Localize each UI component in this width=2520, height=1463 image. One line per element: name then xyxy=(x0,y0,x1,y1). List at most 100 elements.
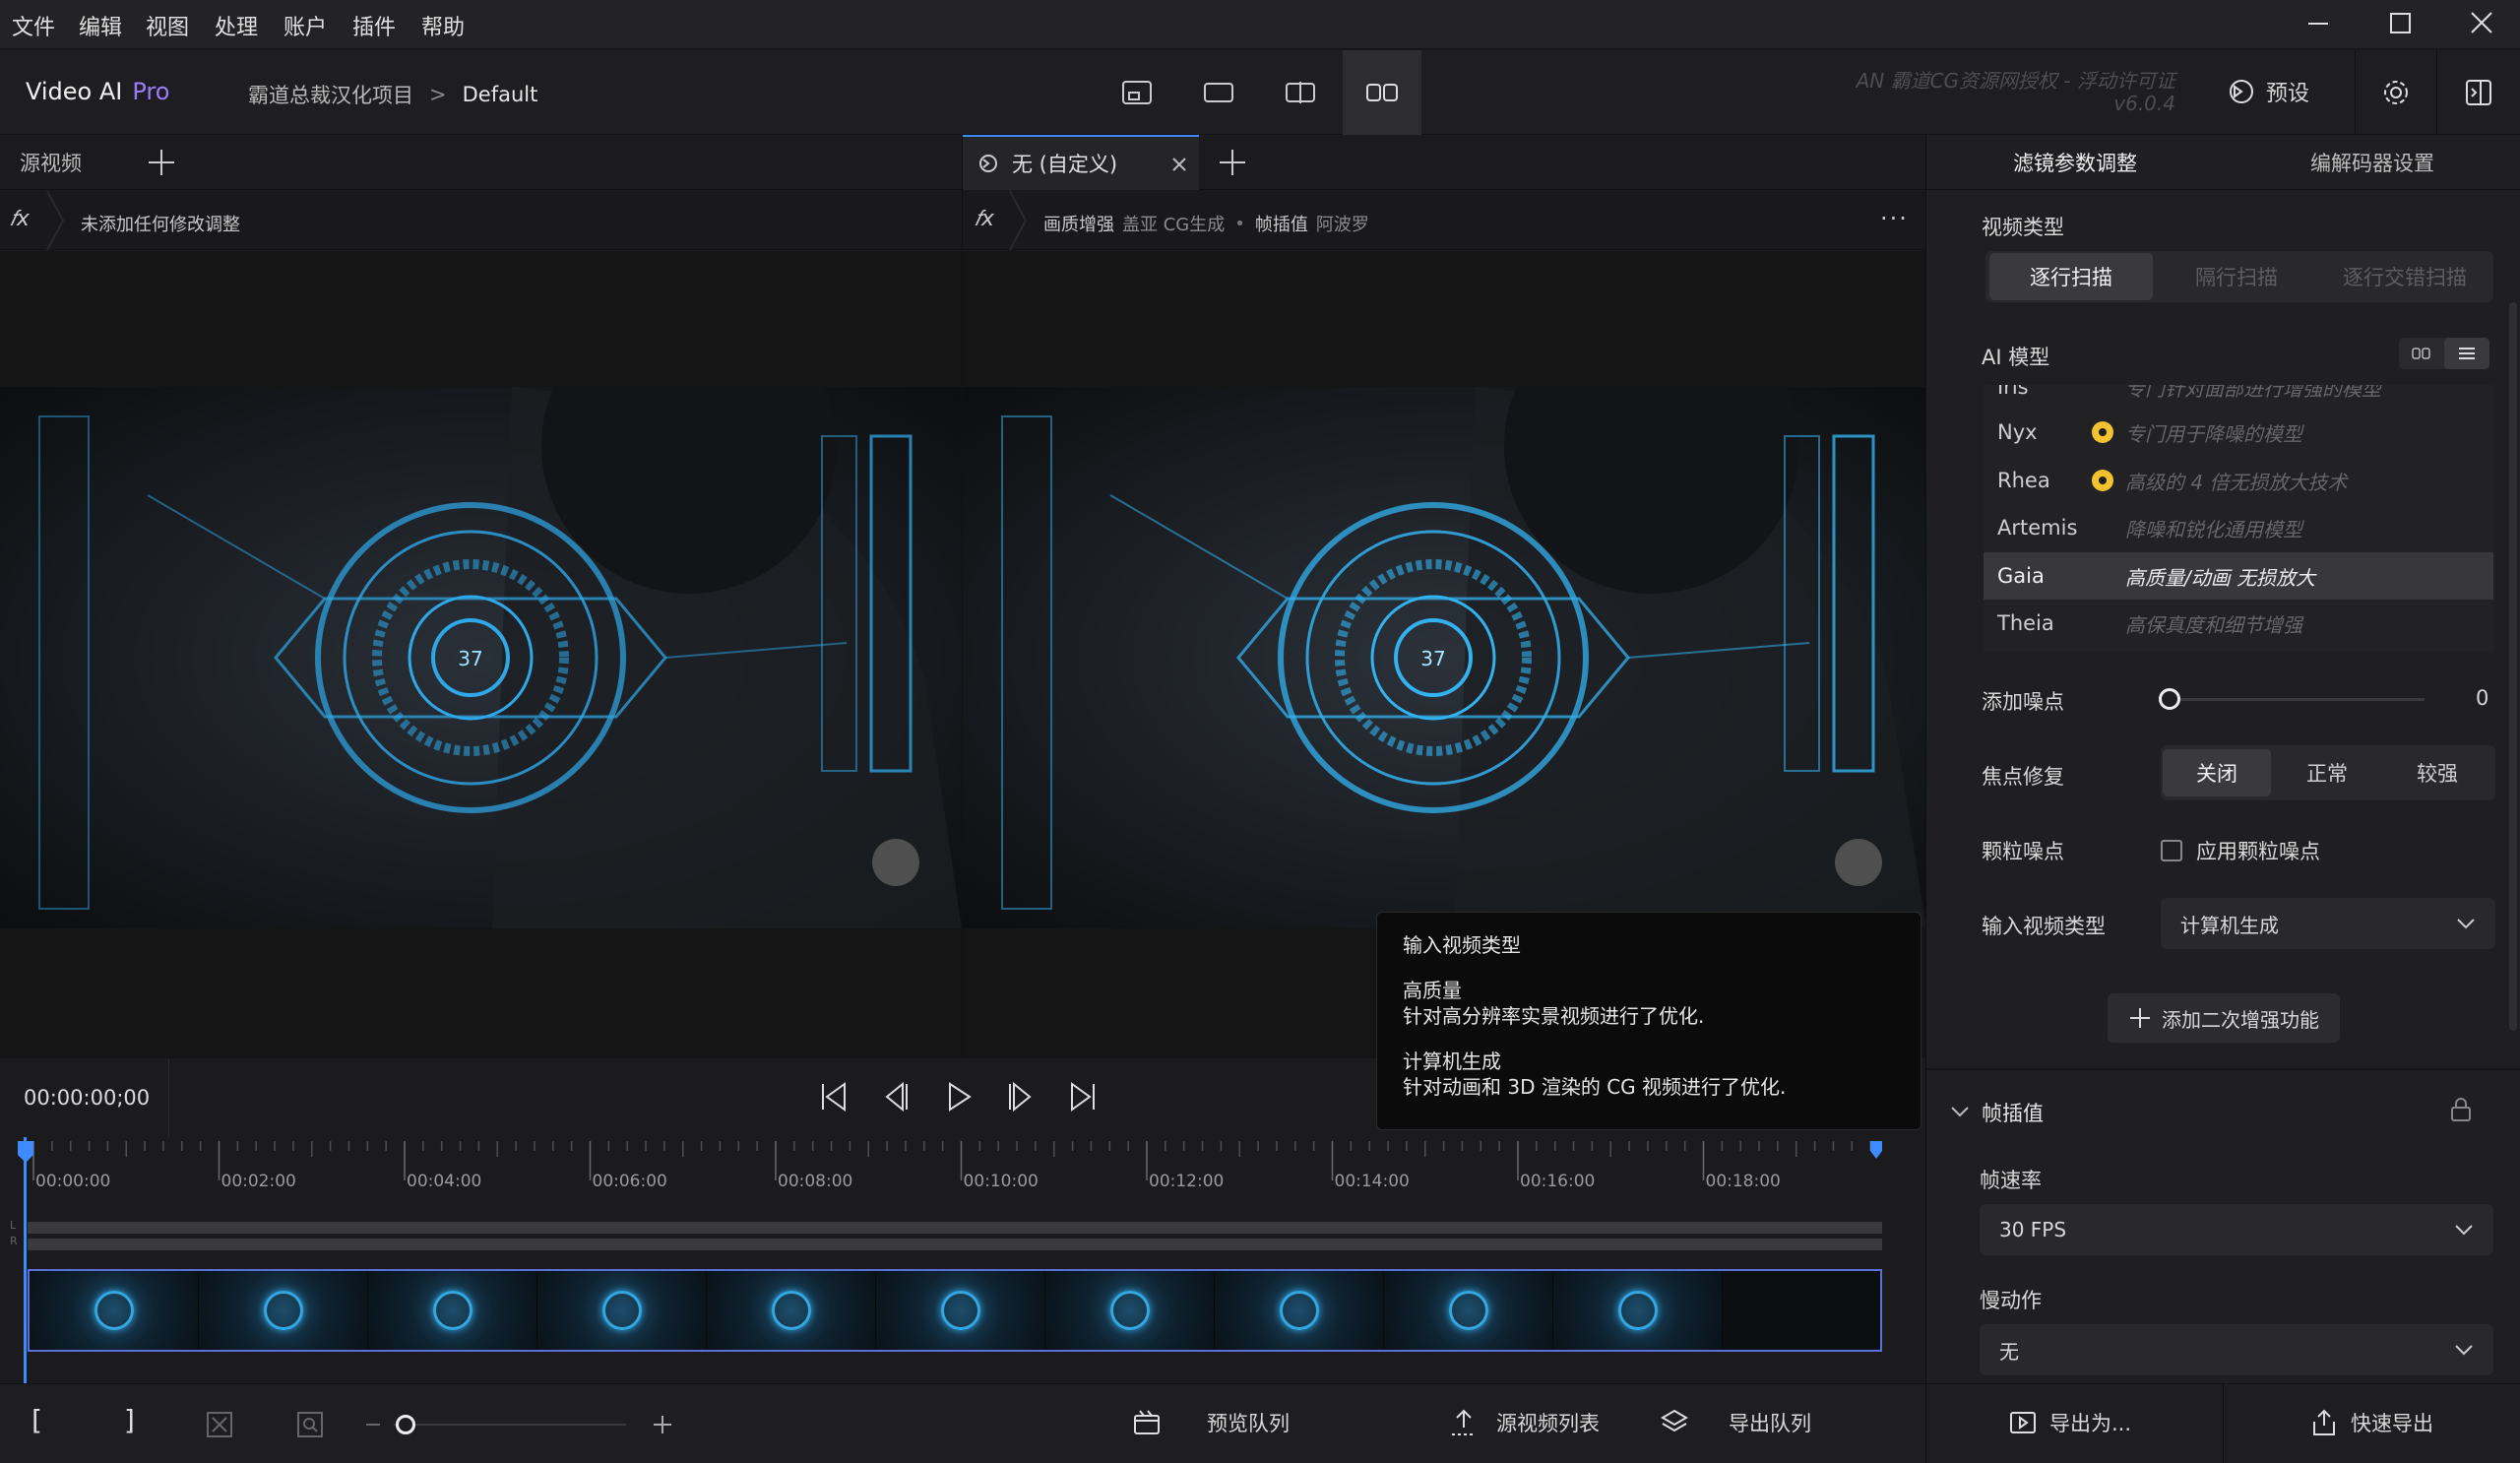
video-thumbnail-track[interactable] xyxy=(28,1269,1882,1352)
panel-icon xyxy=(2466,80,2491,105)
view-split-button[interactable] xyxy=(1261,50,1340,135)
more-options-icon[interactable]: ··· xyxy=(1880,205,1909,232)
breadcrumb-project[interactable]: 霸道总裁汉化项目 xyxy=(248,80,413,109)
menu-file[interactable]: 文件 xyxy=(12,10,55,41)
thumbnail-hud-ring xyxy=(1449,1291,1488,1330)
maximize-button[interactable] xyxy=(2375,6,2425,41)
view-single-button[interactable] xyxy=(1179,50,1258,135)
tab-filters[interactable]: 滤镜参数调整 xyxy=(1926,135,2224,189)
thumbnail-hud-ring xyxy=(1618,1291,1658,1330)
input-type-dropdown[interactable]: 计算机生成 xyxy=(2161,898,2495,949)
source-video-frame[interactable]: 37 xyxy=(0,387,962,928)
frame-interp-header[interactable]: 帧插值 xyxy=(1950,1098,2044,1127)
slow-motion-dropdown[interactable]: 无 xyxy=(1980,1324,2493,1375)
model-desc: 专门用于降噪的模型 xyxy=(2125,421,2302,446)
add-noise-slider-track[interactable] xyxy=(2167,698,2425,701)
tab-output-preview[interactable]: 无 (自定义) xyxy=(963,135,1199,190)
tab-source-video[interactable]: 源视频 xyxy=(0,135,128,190)
tab-codec[interactable]: 编解码器设置 xyxy=(2224,135,2520,189)
source-list-button[interactable]: 源视频列表 xyxy=(1449,1408,1600,1437)
export-as-button[interactable]: 导出为... xyxy=(2008,1408,2131,1437)
step-back-icon[interactable] xyxy=(879,1080,913,1113)
model-row-nyx[interactable]: Nyx 专门用于降噪的模型 xyxy=(1984,409,2493,456)
upload-icon xyxy=(1452,1409,1476,1435)
minimize-button[interactable] xyxy=(2294,6,2343,41)
zoom-slider-track[interactable] xyxy=(394,1424,626,1426)
video-type-label: 视频类型 xyxy=(1982,216,2064,239)
zoom-fit-icon[interactable] xyxy=(295,1410,325,1439)
ruler-tick-label: 00:14:00 xyxy=(1335,1172,1410,1191)
preset-icon xyxy=(979,155,997,172)
quick-export-button[interactable]: 快速导出 xyxy=(2309,1408,2433,1437)
view-side-by-side-button[interactable] xyxy=(1343,50,1421,135)
out-point-marker-icon[interactable] xyxy=(1868,1139,1884,1161)
model-row-theia[interactable]: Theia 高保真度和细节增强 xyxy=(1984,600,2493,647)
grid-view-icon[interactable] xyxy=(2399,338,2444,369)
add-secondary-label: 添加二次增强功能 xyxy=(2162,1007,2319,1032)
lock-icon[interactable] xyxy=(2448,1096,2474,1123)
list-view-icon[interactable] xyxy=(2444,338,2489,369)
timecode-display[interactable]: 00:00:00;00 xyxy=(0,1058,169,1137)
split-view-icon xyxy=(1286,82,1315,103)
video-type-progressive[interactable]: 逐行扫描 xyxy=(1989,253,2153,300)
menu-plugins[interactable]: 插件 xyxy=(352,10,396,41)
right-panel-scrollbar[interactable] xyxy=(2509,302,2517,1031)
focus-fix-normal[interactable]: 正常 xyxy=(2273,749,2381,796)
focus-fix-off[interactable]: 关闭 xyxy=(2163,749,2271,796)
output-fx-summary[interactable]: 画质增强 盖亚 CG生成 • 帧插值 阿波罗 xyxy=(1043,211,1369,236)
menu-account[interactable]: 账户 xyxy=(284,10,327,41)
settings-button[interactable] xyxy=(2355,50,2437,135)
frame-rate-dropdown[interactable]: 30 FPS xyxy=(1980,1204,2493,1255)
playhead[interactable] xyxy=(24,1137,27,1383)
output-video-frame[interactable]: 37 xyxy=(963,387,1926,928)
add-source-tab-button[interactable] xyxy=(146,147,177,183)
maximize-icon xyxy=(2390,13,2411,33)
add-noise-slider-thumb[interactable] xyxy=(2159,688,2180,710)
close-window-button[interactable] xyxy=(2457,6,2506,41)
model-row-artemis[interactable]: Artemis 降噪和锐化通用模型 xyxy=(1984,504,2493,551)
model-row-iris[interactable]: Iris 专门针对面部进行增强的模型 xyxy=(1984,385,2493,411)
model-row-rhea[interactable]: Rhea 高级的 4 倍无损放大技术 xyxy=(1984,457,2493,504)
view-single-crop-button[interactable] xyxy=(1098,50,1176,135)
preview-queue-button[interactable]: 预览队列 xyxy=(1132,1408,1290,1437)
play-icon[interactable] xyxy=(942,1080,976,1113)
close-tab-icon[interactable] xyxy=(1169,155,1189,174)
menu-help[interactable]: 帮助 xyxy=(421,10,465,41)
model-row-gaia[interactable]: Gaia 高质量/动画 无损放大 xyxy=(1984,552,2493,600)
playhead-handle-icon[interactable] xyxy=(16,1139,35,1165)
ai-model-list: Iris 专门针对面部进行增强的模型 Nyx 专门用于降噪的模型 Rhea 高级… xyxy=(1984,385,2495,651)
skip-to-start-icon[interactable] xyxy=(817,1080,850,1113)
breadcrumb-separator: > xyxy=(429,83,447,106)
breadcrumb: 霸道总裁汉化项目 > Default xyxy=(248,80,537,109)
fx-icon[interactable]: 𝑓x xyxy=(975,207,994,231)
chevron-down-icon xyxy=(1951,1107,1969,1117)
add-output-tab-button[interactable] xyxy=(1217,147,1248,183)
clear-marks-icon[interactable] xyxy=(205,1410,234,1439)
channel-right: R xyxy=(10,1235,18,1247)
tab-output-label: 无 (自定义) xyxy=(1012,153,1118,176)
menu-edit[interactable]: 编辑 xyxy=(79,10,122,41)
add-secondary-enhance-button[interactable]: 添加二次增强功能 xyxy=(2108,993,2340,1043)
video-type-interlaced-progressive[interactable]: 逐行交错扫描 xyxy=(2320,253,2489,300)
breadcrumb-preset[interactable]: Default xyxy=(463,83,538,106)
step-forward-icon[interactable] xyxy=(1004,1080,1038,1113)
menu-view[interactable]: 视图 xyxy=(146,10,189,41)
mark-out-icon[interactable]: ] xyxy=(124,1404,135,1436)
thumbnail-frame xyxy=(537,1271,707,1350)
toggle-panel-button[interactable] xyxy=(2437,50,2520,135)
focus-fix-strong[interactable]: 较强 xyxy=(2383,749,2491,796)
zoom-in-icon[interactable] xyxy=(652,1414,673,1435)
zoom-out-icon[interactable] xyxy=(366,1424,380,1426)
fx-icon[interactable]: 𝑓x xyxy=(10,207,30,231)
presets-button[interactable]: 预设 xyxy=(2227,76,2309,107)
grain-checkbox-row[interactable]: 应用颗粒噪点 xyxy=(2161,836,2320,865)
menu-process[interactable]: 处理 xyxy=(215,10,258,41)
mark-in-icon[interactable]: [ xyxy=(32,1404,42,1436)
timeline-ruler[interactable]: 00:00:00 00:02:00 00:04:00 00:06:00 00:08:00… xyxy=(0,1137,1925,1196)
zoom-slider-thumb[interactable] xyxy=(396,1415,415,1434)
skip-to-end-icon[interactable] xyxy=(1066,1080,1100,1113)
grain-checkbox[interactable] xyxy=(2161,840,2182,861)
export-queue-button[interactable]: 导出队列 xyxy=(1660,1408,1811,1437)
presets-icon xyxy=(2230,80,2253,103)
video-type-interlaced[interactable]: 隔行扫描 xyxy=(2155,253,2318,300)
